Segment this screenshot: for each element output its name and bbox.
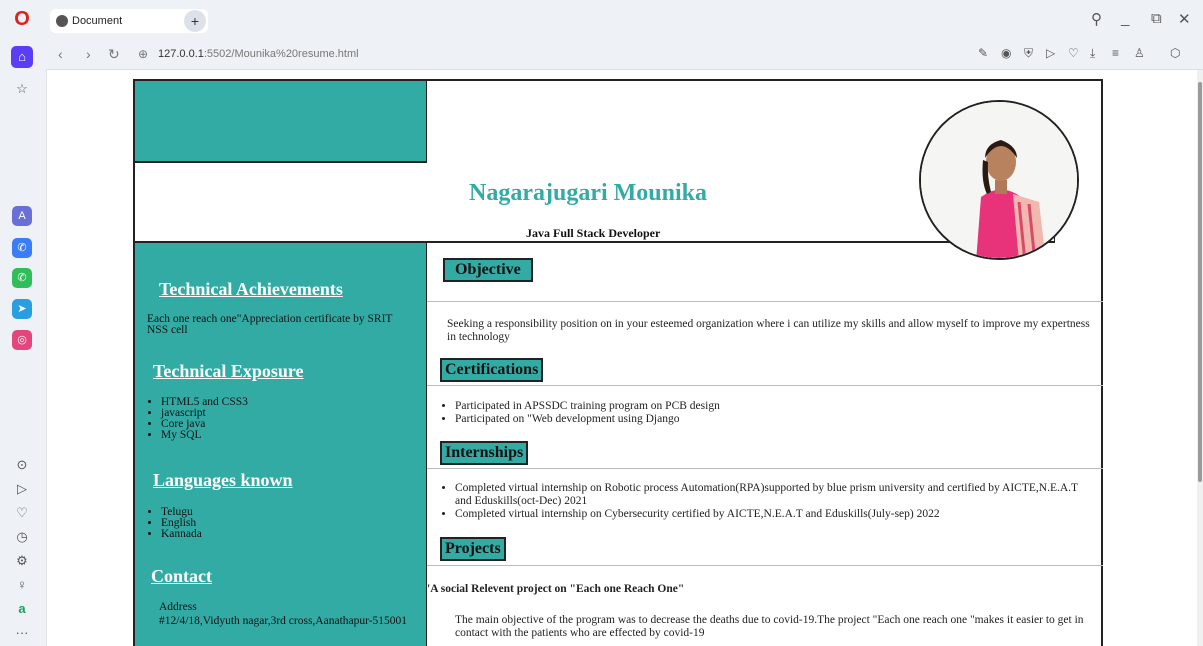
divider [427,468,1103,469]
profile-photo [919,100,1079,260]
extension-icon[interactable]: a [12,600,32,618]
box-icon[interactable]: ⬡ [1170,46,1180,60]
player-icon[interactable]: ⊙ [12,456,32,474]
list-item: My SQL [161,429,248,441]
resume: Nagarajugari Mounika Java Full Stack Dev… [133,79,1103,646]
history-icon[interactable]: ◷ [12,528,32,546]
scrollbar[interactable] [1197,70,1203,646]
exposure-heading: Technical Exposure [153,361,304,381]
profile-icon[interactable]: ♙ [1134,46,1145,60]
address-bar: ‹ › ↻ ⊕ 127.0.0.1:5502/Mounika%20resume.… [46,40,1203,70]
snap-icon[interactable]: ⧉ [1151,10,1162,27]
page-viewport: Nagarajugari Mounika Java Full Stack Dev… [46,70,1203,646]
heart-icon[interactable]: ♡ [12,504,32,522]
shield-icon[interactable]: ⛨ [1024,46,1033,61]
url-host: 127.0.0.1 [158,48,204,60]
camera-icon[interactable]: ◉ [1001,46,1011,60]
languages-list: Telugu English Kannada [147,506,202,540]
home-icon[interactable]: ⌂ [11,46,33,68]
header-accent [135,81,427,163]
globe-icon [56,15,68,27]
url-field[interactable]: 127.0.0.1:5502/Mounika%20resume.html [158,48,359,60]
achievements-text: Each one reach one"Appreciation certific… [147,313,393,336]
divider [427,301,1103,302]
messenger-icon[interactable]: ✆ [12,238,32,258]
tab-bar: Document + ⚲ _ ⧉ ✕ [46,0,1203,40]
list-item: Kannada [161,528,202,540]
close-icon[interactable]: ✕ [1178,10,1191,28]
aria-icon[interactable]: A [12,206,32,226]
projects-heading: Projects [440,537,506,561]
send-icon[interactable]: ▷ [12,480,32,498]
candidate-role: Java Full Stack Developer [526,226,661,240]
contact-heading: Contact [151,566,212,586]
browser-sidebar: O ⌂ ☆ A ✆ ✆ ➤ ◎ ⊙ ▷ ♡ ◷ ⚙ ♀ a ··· [0,0,46,646]
minimize-icon[interactable]: _ [1121,10,1129,27]
download-icon[interactable]: ⤓ [1090,46,1095,61]
play-icon[interactable]: ▷ [1046,46,1055,60]
more-icon[interactable]: ··· [12,624,32,642]
list-item: Completed virtual internship on Cybersec… [455,508,1081,521]
heart-outline-icon[interactable]: ♡ [1068,46,1079,60]
list-item: Completed virtual internship on Robotic … [455,482,1081,508]
languages-heading: Languages known [153,470,293,490]
opera-logo[interactable]: O [11,8,33,30]
internships-list: Completed virtual internship on Robotic … [441,482,1081,521]
achievements-heading: Technical Achievements [159,279,343,299]
divider [427,565,1103,566]
divider [427,385,1103,386]
new-tab-button[interactable]: + [184,10,206,32]
url-path: :5502/Mounika%20resume.html [203,48,359,60]
certifications-heading: Certifications [440,358,544,382]
reload-icon[interactable]: ↻ [108,46,120,63]
address-label: Address [159,601,197,613]
objective-heading: Objective [443,258,533,282]
scroll-thumb[interactable] [1198,82,1202,482]
settings-icon[interactable]: ⚙ [12,552,32,570]
back-icon[interactable]: ‹ [58,46,63,62]
site-info-icon[interactable]: ⊕ [138,47,148,61]
exposure-list: HTML5 and CSS3 javascript Core java My S… [147,396,248,441]
list-item: Participated in APSSDC training program … [455,400,1091,413]
forward-icon[interactable]: › [86,46,91,62]
address-text: #12/4/18,Vidyuth nagar,3rd cross,Aanatha… [159,615,408,627]
lightbulb-icon[interactable]: ♀ [12,576,32,594]
project-title: 'A social Relevent project on "Each one … [427,583,685,595]
star-icon[interactable]: ☆ [12,80,32,98]
candidate-name: Nagarajugari Mounika [469,180,708,206]
menu-icon[interactable]: ≡ [1112,46,1119,60]
internships-heading: Internships [440,441,529,465]
objective-text: Seeking a responsibility position on in … [447,318,1090,343]
instagram-icon[interactable]: ◎ [12,330,32,350]
project-text: The main objective of the program was to… [455,614,1084,639]
telegram-icon[interactable]: ➤ [12,299,32,319]
list-item: Participated on "Web development using D… [455,413,1091,426]
certifications-list: Participated in APSSDC training program … [441,400,1091,426]
edit-icon[interactable]: ✎ [978,46,988,60]
tab-title: Document [72,15,123,27]
search-icon[interactable]: ⚲ [1091,10,1102,28]
whatsapp-icon[interactable]: ✆ [12,268,32,288]
